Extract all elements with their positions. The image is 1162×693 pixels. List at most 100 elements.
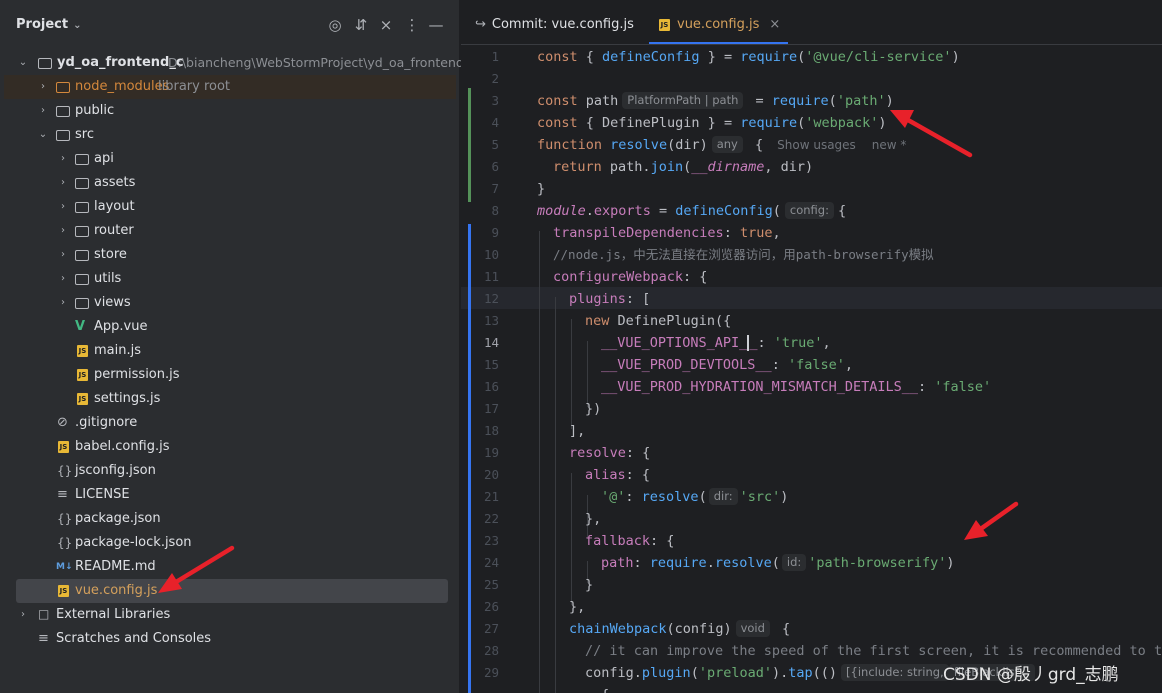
js-file-icon: JS: [77, 369, 88, 381]
line-number[interactable]: 14: [461, 332, 499, 354]
folder-icon: [56, 106, 70, 117]
line-number[interactable]: 22: [461, 508, 499, 530]
chevron-right-icon[interactable]: ›: [36, 99, 50, 123]
line-number[interactable]: 23: [461, 530, 499, 552]
type-hint[interactable]: [{include: string,: [841, 664, 949, 681]
line-number[interactable]: 17: [461, 398, 499, 420]
tree-item-node-modules[interactable]: › node_modules library root: [4, 75, 456, 99]
tree-item-external-libraries[interactable]: › □ External Libraries: [4, 603, 456, 627]
line-number[interactable]: 21: [461, 486, 499, 508]
author-hint[interactable]: new *: [872, 138, 907, 152]
line-number[interactable]: 7: [461, 178, 499, 200]
line-number[interactable]: 16: [461, 376, 499, 398]
line-number[interactable]: 27: [461, 618, 499, 640]
chevron-right-icon[interactable]: ›: [56, 195, 70, 219]
chevron-down-icon[interactable]: ⌄: [16, 51, 30, 75]
tree-item-store[interactable]: › store: [4, 243, 456, 267]
line-number[interactable]: 8: [461, 200, 499, 222]
tree-item-root[interactable]: ⌄ yd_oa_frontend_c D:\biancheng\WebStorm…: [4, 51, 477, 75]
line-number[interactable]: 12: [461, 288, 499, 310]
tree-item-license[interactable]: ≡ LICENSE: [4, 483, 456, 507]
code-area[interactable]: const { defineConfig } = require('@vue/c…: [537, 44, 1162, 693]
code-token: 'src': [739, 489, 781, 505]
tree-item-scratches[interactable]: ≡ Scratches and Consoles: [4, 627, 456, 651]
type-hint[interactable]: PlatformPath | path: [622, 92, 744, 109]
line-number[interactable]: 18: [461, 420, 499, 442]
line-number[interactable]: 13: [461, 310, 499, 332]
tree-item-views[interactable]: › views: [4, 291, 456, 315]
tree-item-router[interactable]: › router: [4, 219, 456, 243]
tree-item-package-lock[interactable]: {} package-lock.json: [4, 531, 456, 555]
line-number[interactable]: 29: [461, 662, 499, 684]
tree-item-assets[interactable]: › assets: [4, 171, 456, 195]
line-number[interactable]: 19: [461, 442, 499, 464]
tree-item-gitignore[interactable]: ⊘ .gitignore: [4, 411, 456, 435]
locate-file-icon[interactable]: ◎: [325, 15, 345, 35]
tree-item-src[interactable]: ⌄ src: [4, 123, 456, 147]
line-number[interactable]: 5: [461, 134, 499, 156]
chevron-right-icon[interactable]: ›: [56, 147, 70, 171]
collapse-all-icon[interactable]: ⨯: [376, 15, 396, 35]
line-number[interactable]: 10: [461, 244, 499, 266]
chevron-right-icon[interactable]: ›: [36, 75, 50, 99]
param-hint[interactable]: id:: [781, 554, 807, 571]
code-token: : {: [650, 533, 675, 549]
tree-item-readme[interactable]: M↓ README.md: [4, 555, 456, 579]
tree-item-api[interactable]: › api: [4, 147, 456, 171]
close-tab-icon[interactable]: ×: [769, 17, 780, 32]
chevron-right-icon[interactable]: ›: [56, 219, 70, 243]
param-hint[interactable]: config:: [784, 202, 834, 219]
chevron-right-icon[interactable]: ›: [56, 243, 70, 267]
tab-commit[interactable]: ↪ Commit: vue.config.js: [475, 0, 634, 44]
folder-icon: [38, 58, 52, 69]
type-hint[interactable]: any: [711, 136, 743, 153]
chevron-right-icon[interactable]: ›: [56, 291, 70, 315]
project-view-selector[interactable]: Project ⌄: [16, 17, 81, 32]
line-number[interactable]: 28: [461, 640, 499, 662]
line-number[interactable]: 26: [461, 596, 499, 618]
tree-item-main-js[interactable]: JS main.js: [4, 339, 456, 363]
commit-icon: ↪: [475, 17, 486, 32]
code-token: resolve: [714, 555, 772, 571]
tree-item-jsconfig[interactable]: {} jsconfig.json: [4, 459, 456, 483]
line-number[interactable]: 24: [461, 552, 499, 574]
tree-item-permission-js[interactable]: JS permission.js: [4, 363, 456, 387]
line-number[interactable]: 25: [461, 574, 499, 596]
tree-item-utils[interactable]: › utils: [4, 267, 456, 291]
tree-item-layout[interactable]: › layout: [4, 195, 456, 219]
chevron-right-icon[interactable]: ›: [56, 267, 70, 291]
line-number[interactable]: 4: [461, 112, 499, 134]
tree-item-public[interactable]: › public: [4, 99, 456, 123]
options-menu-icon[interactable]: ⋮: [402, 15, 422, 35]
line-number[interactable]: 3: [461, 90, 499, 112]
code-token: :: [917, 379, 935, 395]
code-line-13: new DefinePlugin({: [585, 310, 731, 332]
tree-item-app-vue[interactable]: V App.vue: [4, 315, 456, 339]
tree-item-babel-config[interactable]: JS babel.config.js: [4, 435, 456, 459]
line-number[interactable]: 1: [461, 46, 499, 68]
code-editor: ↪ Commit: vue.config.js JS vue.config.js × …: [461, 0, 1162, 693]
param-hint[interactable]: dir:: [708, 488, 738, 505]
hide-panel-icon[interactable]: —: [426, 15, 446, 35]
line-number[interactable]: 9: [461, 222, 499, 244]
show-usages-link[interactable]: Show usages: [777, 138, 856, 152]
type-hint[interactable]: void: [735, 620, 770, 637]
tree-item-settings-js[interactable]: JS settings.js: [4, 387, 456, 411]
code-line-14: __VUE_OPTIONS_API_ _: 'true',: [601, 332, 831, 354]
chevron-right-icon[interactable]: ›: [56, 171, 70, 195]
tree-item-vue-config-selected[interactable]: JS vue.config.js: [16, 579, 448, 603]
line-number[interactable]: 6: [461, 156, 499, 178]
code-line-6: return path.join(__dirname, dir): [553, 156, 813, 178]
indent-guide: [539, 231, 540, 693]
line-number[interactable]: 11: [461, 266, 499, 288]
code-line-8: module.exports = defineConfig(config:{: [537, 200, 846, 222]
chevron-down-icon[interactable]: ⌄: [36, 123, 50, 147]
tab-vue-config[interactable]: JS vue.config.js ×: [649, 0, 789, 44]
line-number[interactable]: 15: [461, 354, 499, 376]
tree-item-package-json[interactable]: {} package.json: [4, 507, 456, 531]
expand-all-icon[interactable]: ⇵: [351, 15, 371, 35]
chevron-right-icon[interactable]: ›: [16, 603, 30, 627]
line-number[interactable]: 2: [461, 68, 499, 90]
code-token: {: [746, 137, 764, 153]
line-number[interactable]: 20: [461, 464, 499, 486]
